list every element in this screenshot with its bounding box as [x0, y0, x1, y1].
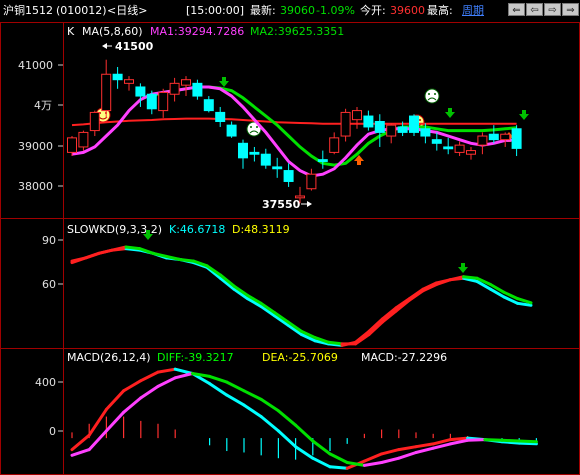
svg-text:41500: 41500 — [115, 40, 154, 53]
ma2-readout: MA2:39625.3351 — [250, 25, 344, 38]
dea-line-segment — [483, 438, 504, 442]
k-readout: K:46.6718 — [169, 223, 225, 236]
left-icon[interactable]: ⇦ — [526, 3, 543, 16]
symbol-code: (010012) — [56, 4, 107, 17]
price-tick-label: 4万 — [34, 99, 52, 112]
time-label: [15:00:00] — [186, 4, 244, 17]
d-readout: D:48.3119 — [232, 223, 290, 236]
title-bar: 沪铜1512 (010012) <日线> [15:00:00] 最新: 3906… — [0, 0, 580, 23]
kd-tick-label: 90 — [42, 234, 56, 247]
dea-line-segment — [517, 439, 538, 444]
forward-icon[interactable]: ⇒ — [562, 3, 579, 16]
price-tick-label: 39000 — [18, 140, 53, 153]
sad-sell-icon — [424, 88, 440, 104]
open-value: 39600 — [390, 4, 425, 17]
d-line-segment — [327, 340, 344, 346]
diff-line-segment — [517, 441, 538, 446]
d-line-segment — [124, 245, 141, 251]
last-label: 最新: — [250, 4, 276, 17]
macd-panel-title: MACD(26,12,4) — [67, 351, 151, 364]
open-label: 今开: — [360, 4, 386, 17]
kd-tick-label: 60 — [42, 278, 56, 291]
macd-readout: MACD:-27.2296 — [361, 351, 447, 364]
price-panel-k-label: K — [67, 25, 75, 38]
period-label: <日线> — [107, 4, 148, 17]
price-panel-ma-label: MA(5,8,60) — [82, 25, 143, 38]
back-icon[interactable]: ⇐ — [508, 3, 525, 16]
svg-text:37550: 37550 — [262, 198, 301, 211]
weekly-link[interactable]: 周期 — [462, 4, 484, 18]
right-icon[interactable]: ⇨ — [544, 3, 561, 16]
ma1-readout: MA1:39294.7286 — [150, 25, 244, 38]
symbol-name: 沪铜1512 — [3, 4, 53, 17]
diff-readout: DIFF:-39.3217 — [157, 351, 234, 364]
dea-readout: DEA:-25.7069 — [262, 351, 338, 364]
chart-area: 41000 4万 39000 38000 90 60 400 0 K MA(5,… — [0, 22, 580, 475]
last-value: 39060 — [280, 4, 315, 17]
change-percent: -1.09% — [316, 4, 355, 17]
d-line-segment — [178, 258, 195, 263]
diff-line-segment — [328, 465, 349, 470]
price-tick-label: 38000 — [18, 180, 53, 193]
candle — [409, 114, 419, 137]
price-tick-label: 41000 — [18, 59, 53, 72]
dea-line-segment — [500, 438, 521, 443]
d-line-segment — [462, 275, 479, 280]
dea-line-segment — [466, 438, 487, 442]
macd-tick-label: 400 — [35, 376, 56, 389]
macd-tick-label: 0 — [49, 425, 56, 438]
high-label: 最高: — [427, 4, 453, 17]
